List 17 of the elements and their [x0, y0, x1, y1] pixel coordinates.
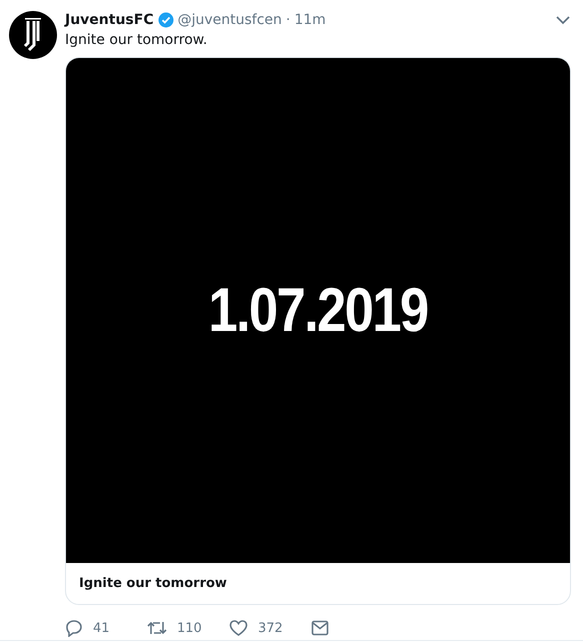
retweet-icon[interactable] — [147, 619, 167, 637]
heart-icon[interactable] — [229, 619, 248, 637]
separator: · — [286, 11, 290, 29]
link-card[interactable]: 1.07.2019 Ignite our tomorrow — [65, 57, 571, 605]
author-handle[interactable]: @juventusfcen — [178, 11, 282, 29]
tweet-text: Ignite our tomorrow. — [65, 31, 208, 49]
envelope-icon[interactable] — [311, 620, 329, 636]
reply-icon[interactable] — [65, 619, 83, 637]
avatar-icon[interactable] — [9, 11, 57, 59]
timestamp[interactable]: 11m — [294, 11, 326, 29]
caret-icon[interactable] — [555, 15, 571, 25]
card-title: Ignite our tomorrow — [78, 575, 228, 593]
action-count: 110 — [177, 620, 202, 636]
image-text: 1.07.2019 — [208, 275, 428, 346]
author-name[interactable]: JuventusFC — [65, 11, 154, 29]
action-count: 372 — [258, 620, 283, 636]
action-count: 41 — [93, 620, 110, 636]
